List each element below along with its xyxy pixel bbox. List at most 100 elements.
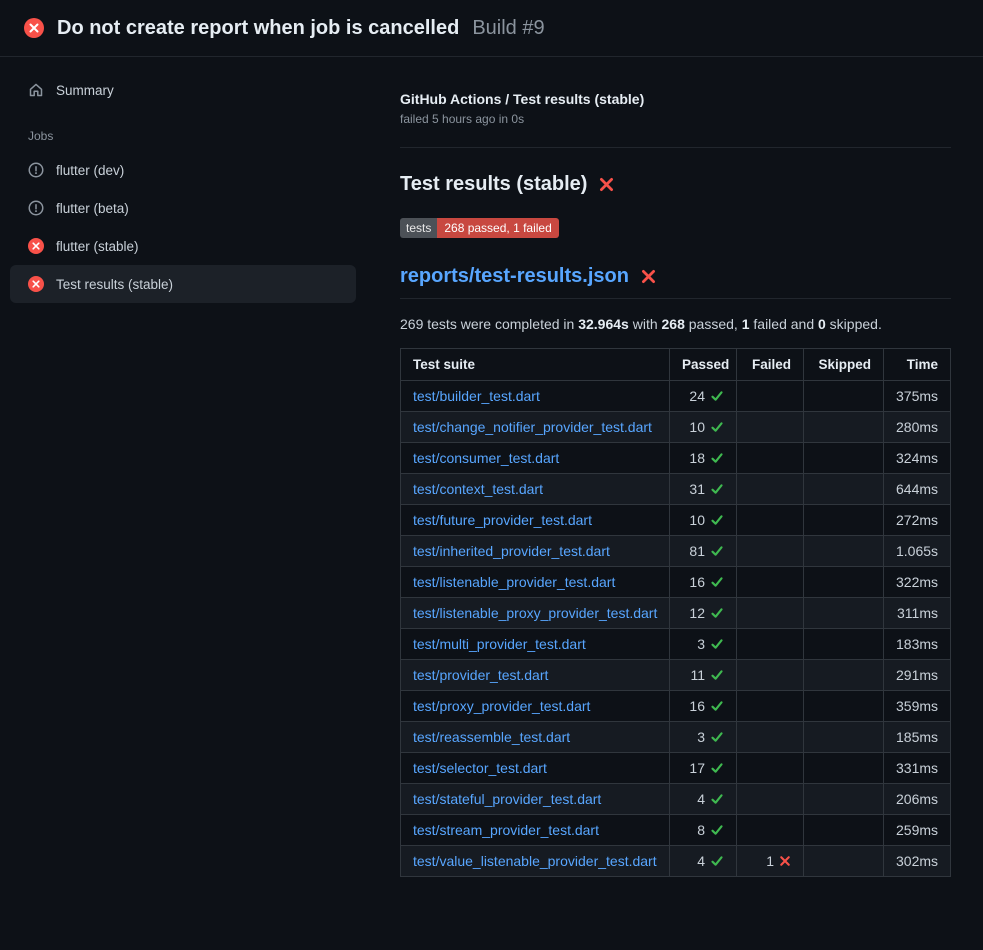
time-cell: 272ms: [884, 505, 951, 536]
check-icon: [710, 730, 724, 744]
sidebar-job-label: flutter (stable): [56, 239, 139, 254]
sidebar-item-summary[interactable]: Summary: [10, 71, 356, 109]
check-icon: [710, 823, 724, 837]
skipped-cell: [804, 691, 884, 722]
suite-cell: test/listenable_provider_test.dart: [401, 567, 670, 598]
time-cell: 259ms: [884, 815, 951, 846]
suite-cell: test/listenable_proxy_provider_test.dart: [401, 598, 670, 629]
suite-link[interactable]: test/proxy_provider_test.dart: [413, 698, 590, 714]
failed-status-icon: [28, 238, 44, 254]
skipped-cell: [804, 412, 884, 443]
sidebar-item-flutter-beta[interactable]: flutter (beta): [10, 189, 356, 227]
table-row: test/listenable_proxy_provider_test.dart…: [401, 598, 951, 629]
check-icon: [710, 606, 724, 620]
check-icon: [710, 637, 724, 651]
suite-link[interactable]: test/stateful_provider_test.dart: [413, 791, 601, 807]
home-icon: [28, 82, 44, 98]
fail-cross-icon: [779, 855, 791, 867]
build-title: Do not create report when job is cancell…: [57, 17, 459, 40]
failed-cell: [737, 722, 804, 753]
sidebar-item-flutter-stable[interactable]: flutter (stable): [10, 227, 356, 265]
table-row: test/provider_test.dart 11 291ms: [401, 660, 951, 691]
failed-cell: [737, 381, 804, 412]
failed-cell: [737, 629, 804, 660]
suite-link[interactable]: test/listenable_proxy_provider_test.dart: [413, 605, 657, 621]
suite-link[interactable]: test/listenable_provider_test.dart: [413, 574, 615, 590]
check-icon: [710, 854, 724, 868]
sidebar-job-label: Test results (stable): [56, 277, 173, 292]
suite-cell: test/value_listenable_provider_test.dart: [401, 846, 670, 877]
summary-text: skipped.: [826, 316, 882, 332]
table-row: test/reassemble_test.dart 3 185ms: [401, 722, 951, 753]
suite-cell: test/builder_test.dart: [401, 381, 670, 412]
sidebar-item-test-results-stable[interactable]: Test results (stable): [10, 265, 356, 303]
suite-cell: test/context_test.dart: [401, 474, 670, 505]
skipped-cell: [804, 784, 884, 815]
suite-link[interactable]: test/builder_test.dart: [413, 388, 540, 404]
divider: [400, 147, 951, 148]
build-number: Build #9: [472, 17, 544, 40]
badge-label: tests: [400, 218, 437, 238]
table-row: test/proxy_provider_test.dart 16 359ms: [401, 691, 951, 722]
build-header: Do not create report when job is cancell…: [0, 0, 983, 57]
table-row: test/change_notifier_provider_test.dart …: [401, 412, 951, 443]
time-cell: 183ms: [884, 629, 951, 660]
check-icon: [710, 792, 724, 806]
report-link[interactable]: reports/test-results.json: [400, 265, 629, 288]
suite-link[interactable]: test/stream_provider_test.dart: [413, 822, 599, 838]
table-row: test/context_test.dart 31 644ms: [401, 474, 951, 505]
time-cell: 206ms: [884, 784, 951, 815]
table-row: test/inherited_provider_test.dart 81 1.0…: [401, 536, 951, 567]
suite-link[interactable]: test/inherited_provider_test.dart: [413, 543, 610, 559]
skipped-cell: [804, 567, 884, 598]
build-failed-status-icon: [24, 18, 44, 38]
section-failed-cross-icon: [598, 176, 615, 193]
failed-status-icon: [28, 276, 44, 292]
skipped-cell: [804, 753, 884, 784]
suite-link[interactable]: test/future_provider_test.dart: [413, 512, 592, 528]
suite-cell: test/provider_test.dart: [401, 660, 670, 691]
sidebar-item-flutter-dev[interactable]: flutter (dev): [10, 151, 356, 189]
suite-link[interactable]: test/consumer_test.dart: [413, 450, 559, 466]
main-content: GitHub Actions / Test results (stable) f…: [400, 57, 983, 877]
suite-cell: test/selector_test.dart: [401, 753, 670, 784]
suite-link[interactable]: test/change_notifier_provider_test.dart: [413, 419, 652, 435]
skipped-cell: [804, 598, 884, 629]
section-title-text: Test results (stable): [400, 173, 587, 196]
failed-cell: [737, 505, 804, 536]
skipped-cell: [804, 815, 884, 846]
table-row: test/selector_test.dart 17 331ms: [401, 753, 951, 784]
passed-cell: 11: [670, 660, 737, 691]
failed-cell: [737, 815, 804, 846]
suite-cell: test/stateful_provider_test.dart: [401, 784, 670, 815]
passed-cell: 24: [670, 381, 737, 412]
skipped-cell: [804, 846, 884, 877]
col-header-failed: Failed: [737, 349, 804, 381]
passed-cell: 31: [670, 474, 737, 505]
time-cell: 375ms: [884, 381, 951, 412]
suite-cell: test/proxy_provider_test.dart: [401, 691, 670, 722]
suite-link[interactable]: test/provider_test.dart: [413, 667, 548, 683]
table-row: test/value_listenable_provider_test.dart…: [401, 846, 951, 877]
suite-link[interactable]: test/reassemble_test.dart: [413, 729, 570, 745]
suite-cell: test/future_provider_test.dart: [401, 505, 670, 536]
suite-link[interactable]: test/multi_provider_test.dart: [413, 636, 586, 652]
tests-badge: tests 268 passed, 1 failed: [400, 218, 559, 238]
suite-cell: test/reassemble_test.dart: [401, 722, 670, 753]
table-row: test/builder_test.dart 24 375ms: [401, 381, 951, 412]
passed-cell: 4: [670, 846, 737, 877]
summary-text: 269 tests were completed in: [400, 316, 578, 332]
passed-cell: 16: [670, 567, 737, 598]
suite-link[interactable]: test/selector_test.dart: [413, 760, 547, 776]
summary-text: failed and: [750, 316, 819, 332]
failed-cell: [737, 753, 804, 784]
check-icon: [710, 761, 724, 775]
skipped-cell: [804, 474, 884, 505]
time-cell: 302ms: [884, 846, 951, 877]
time-cell: 185ms: [884, 722, 951, 753]
failed-cell: [737, 598, 804, 629]
check-icon: [710, 451, 724, 465]
suite-link[interactable]: test/context_test.dart: [413, 481, 543, 497]
skipped-cell: [804, 629, 884, 660]
suite-link[interactable]: test/value_listenable_provider_test.dart: [413, 853, 657, 869]
